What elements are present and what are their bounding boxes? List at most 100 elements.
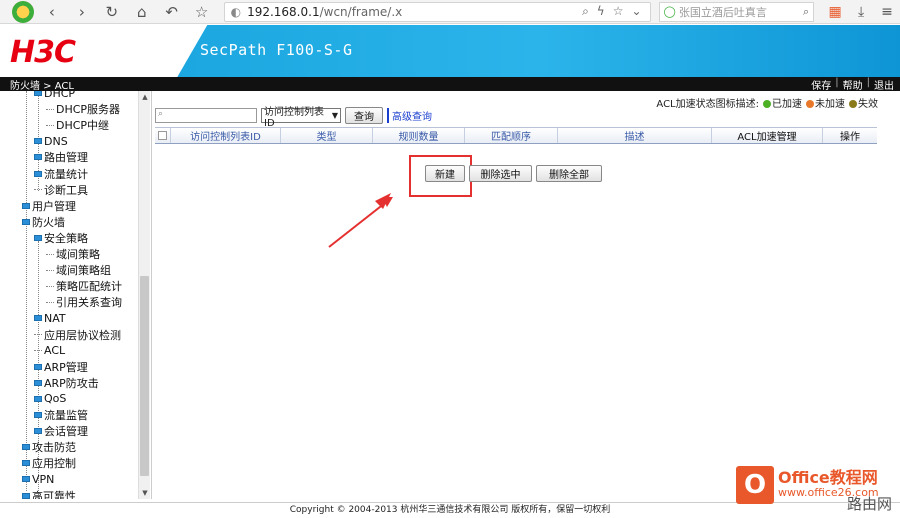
col-acl-id[interactable]: 访问控制列表ID <box>171 128 281 143</box>
search-placeholder: 张国立酒后吐真言 <box>678 5 767 19</box>
sidebar-item[interactable]: 流量监管 <box>34 407 88 423</box>
reload-icon[interactable]: ↻ <box>100 3 124 21</box>
tree-branch-icon <box>46 301 54 303</box>
tree-branch-icon <box>34 189 42 191</box>
sidebar-item[interactable]: 引用关系查询 <box>46 294 122 310</box>
advanced-query-link[interactable]: 高级查询 <box>387 108 432 123</box>
tree-branch-icon <box>46 285 54 287</box>
sidebar-item-label: 安全策略 <box>44 231 88 245</box>
sidebar-item[interactable]: 诊断工具 <box>34 182 88 198</box>
sidebar-item[interactable]: NAT <box>34 310 66 326</box>
legend-label: ACL加速状态图标描述: <box>656 99 759 110</box>
folder-icon <box>34 315 42 322</box>
delete-selected-button[interactable]: 删除选中 <box>469 165 532 182</box>
sidebar-item[interactable]: DNS <box>34 133 68 149</box>
browser-search-input[interactable]: ◯ 张国立酒后吐真言 ⌕ <box>658 1 815 22</box>
sidebar-item-label: ACL <box>44 344 66 358</box>
sidebar-item[interactable]: 域间策略组 <box>46 262 111 278</box>
sidebar-scrollbar[interactable]: ▲ ▼ <box>138 91 150 499</box>
zoom-icon[interactable]: ⌕ <box>582 4 589 19</box>
sidebar-item[interactable]: ARP管理 <box>34 359 88 375</box>
col-match-order[interactable]: 匹配顺序 <box>465 128 558 143</box>
legend-item-invalid: 失效 <box>849 95 878 110</box>
logout-link[interactable]: 退出 <box>874 77 894 92</box>
menu-icon[interactable]: ≡ <box>874 4 900 20</box>
bookmark-icon[interactable]: ☆ <box>613 4 624 19</box>
sidebar-item[interactable]: VPN <box>22 471 54 487</box>
sidebar-item-label: 路由管理 <box>44 151 88 165</box>
sidebar-item-label: DHCP中继 <box>56 119 110 133</box>
scroll-thumb[interactable] <box>140 276 149 476</box>
home-icon[interactable]: ⌂ <box>130 3 154 21</box>
browser-logo-icon <box>12 0 34 23</box>
sidebar-item[interactable]: 安全策略 <box>34 230 88 246</box>
col-description[interactable]: 描述 <box>558 128 712 143</box>
search-input[interactable]: ⌕ <box>155 108 257 123</box>
select-all-checkbox-cell[interactable] <box>155 128 171 143</box>
product-name: SecPath F100-S-G <box>200 41 353 59</box>
folder-icon <box>34 412 42 418</box>
sidebar-item[interactable]: DHCP中继 <box>46 117 109 133</box>
sidebar-item[interactable]: 会话管理 <box>34 423 88 439</box>
sidebar-item[interactable]: QoS <box>34 391 66 407</box>
folder-icon <box>34 234 42 241</box>
undo-icon[interactable]: ↶ <box>160 3 184 21</box>
new-button[interactable]: 新建 <box>425 165 465 182</box>
flash-icon[interactable]: ϟ <box>597 4 605 19</box>
sidebar-item[interactable]: 流量统计 <box>34 166 88 182</box>
col-rule-count[interactable]: 规则数量 <box>373 128 465 143</box>
dropdown-icon[interactable]: ⌄ <box>631 4 641 19</box>
sidebar-item-label: NAT <box>44 311 66 325</box>
legend-item-accelerated: 已加速 <box>763 95 802 110</box>
folder-icon <box>22 476 30 483</box>
back-icon[interactable]: ‹ <box>40 3 64 21</box>
sidebar-item[interactable]: 应用控制 <box>22 455 76 471</box>
delete-all-button[interactable]: 删除全部 <box>536 165 602 182</box>
sidebar-item[interactable]: 策略匹配统计 <box>46 278 122 294</box>
breadcrumb-bar: 防火墙 > ACL 保存 | 帮助 | 退出 <box>0 77 900 92</box>
star-icon[interactable]: ☆ <box>190 3 214 21</box>
scroll-up-icon[interactable]: ▲ <box>139 91 151 103</box>
orange-dot-icon <box>806 100 814 108</box>
legend-item-not-accelerated: 未加速 <box>806 95 845 110</box>
folder-icon <box>34 138 42 145</box>
col-type[interactable]: 类型 <box>281 128 373 143</box>
folder-icon <box>34 428 42 435</box>
address-bar[interactable]: ◐ 192.168.0.1/wcn/frame/.x ⌕ ϟ ☆ ⌄ <box>223 1 651 22</box>
sidebar-item[interactable]: 路由管理 <box>34 149 88 165</box>
query-button[interactable]: 查询 <box>345 107 383 124</box>
apps-icon[interactable]: ▦ <box>822 4 848 20</box>
select-all-checkbox[interactable] <box>158 131 167 140</box>
sidebar-item[interactable]: 防火墙 <box>22 214 65 230</box>
forward-icon[interactable]: › <box>70 3 94 21</box>
download-icon[interactable]: ⤓ <box>848 4 874 20</box>
main-content: ACL加速状态图标描述: 已加速 未加速 失效 ⌕ 访问控制列表ID ▼ 查询 … <box>155 91 900 499</box>
sidebar-item-label: ARP防攻击 <box>44 376 99 390</box>
browser-toolbar: ‹ › ↻ ⌂ ↶ ☆ ◐ 192.168.0.1/wcn/frame/.x ⌕… <box>0 0 900 24</box>
sidebar-item[interactable]: ARP防攻击 <box>34 375 99 391</box>
tree-branch-icon <box>46 253 54 255</box>
sidebar-item-label: DNS <box>44 134 68 148</box>
search-engine-icon: ◯ <box>663 5 676 18</box>
save-link[interactable]: 保存 <box>811 77 831 92</box>
sidebar-item[interactable]: 域间策略 <box>46 246 100 262</box>
field-select[interactable]: 访问控制列表ID ▼ <box>261 107 341 129</box>
col-acl-acceleration: ACL加速管理 <box>712 128 823 143</box>
sidebar-item[interactable]: 攻击防范 <box>22 439 76 455</box>
search-icon[interactable]: ⌕ <box>803 5 809 19</box>
query-toolbar: ⌕ 访问控制列表ID ▼ 查询 高级查询 <box>155 107 432 129</box>
sidebar-item[interactable]: ACL <box>34 343 65 359</box>
sidebar-item[interactable]: 用户管理 <box>22 198 76 214</box>
search-icon: ⌕ <box>158 109 164 119</box>
office-logo-icon: O <box>736 466 774 504</box>
h3c-logo: H3C <box>10 35 76 70</box>
sidebar-item[interactable]: 高可靠性 <box>22 488 76 499</box>
watermark-signature: 路由网 <box>846 495 892 513</box>
sidebar-item[interactable]: DHCP服务器 <box>46 101 120 117</box>
sidebar-item[interactable]: DHCP <box>34 91 75 101</box>
folder-icon <box>34 154 42 161</box>
scroll-down-icon[interactable]: ▼ <box>139 487 151 499</box>
sidebar-item-label: 防火墙 <box>32 215 65 229</box>
help-link[interactable]: 帮助 <box>843 77 863 92</box>
sidebar-item[interactable]: 应用层协议检测 <box>34 327 121 343</box>
